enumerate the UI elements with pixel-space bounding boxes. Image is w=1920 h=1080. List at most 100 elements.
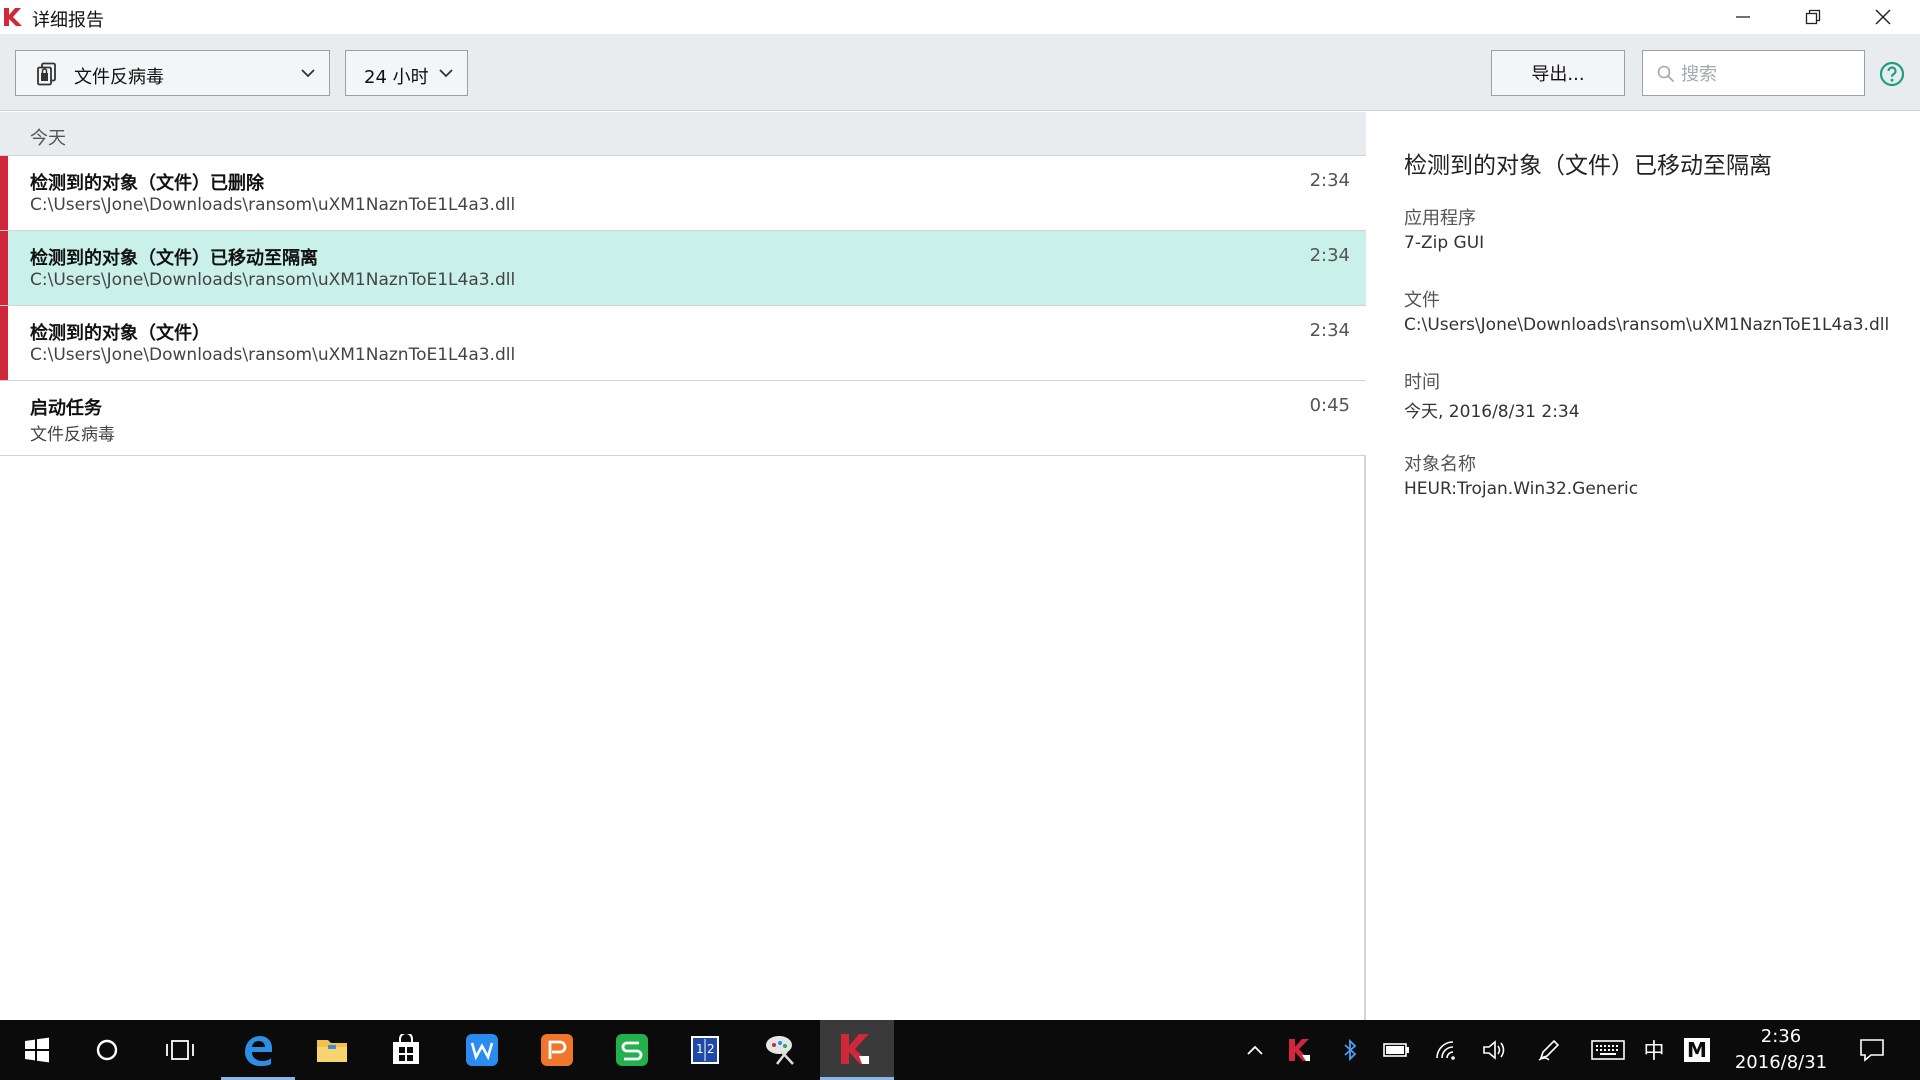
chevron-down-icon [439, 69, 453, 78]
component-dropdown[interactable]: 文件反病毒 [15, 50, 330, 96]
event-title: 检测到的对象（文件） [30, 323, 210, 344]
restore-button[interactable] [1778, 0, 1848, 34]
clock-time: 2:36 [1760, 1026, 1802, 1047]
severity-indicator [0, 306, 8, 380]
field-label-object-name: 对象名称 [1404, 454, 1476, 475]
search-box[interactable] [1642, 50, 1865, 96]
tray-volume[interactable] [1478, 1020, 1512, 1080]
calendar-grid-icon: 1 2 [691, 1036, 719, 1064]
windows-logo-icon [25, 1037, 49, 1063]
folder-icon [317, 1040, 347, 1062]
task-view-button[interactable] [143, 1020, 217, 1080]
file-antivirus-icon [37, 62, 56, 86]
group-header-label: 今天 [30, 128, 66, 149]
close-button[interactable] [1848, 0, 1918, 34]
chevron-up-icon [1247, 1045, 1263, 1055]
close-icon [1875, 9, 1891, 25]
tray-bluetooth[interactable] [1336, 1020, 1364, 1080]
taskbar-wps-spreadsheet[interactable] [595, 1020, 669, 1080]
tray-battery[interactable] [1380, 1020, 1414, 1080]
ime-mode-label: M [1684, 1038, 1710, 1062]
minimize-button[interactable] [1708, 0, 1778, 34]
taskbar-wps-writer[interactable] [445, 1020, 519, 1080]
taskbar-file-explorer[interactable] [295, 1020, 369, 1080]
minimize-icon [1736, 16, 1750, 18]
event-time: 0:45 [1309, 395, 1350, 416]
tray-touch-keyboard[interactable] [1588, 1020, 1628, 1080]
event-path: C:\Users\Jone\Downloads\ransom\uXM1NaznT… [30, 270, 516, 290]
action-center-button[interactable] [1852, 1020, 1892, 1080]
event-row[interactable]: 检测到的对象（文件）已删除 C:\Users\Jone\Downloads\ra… [0, 156, 1366, 231]
tray-ime-language[interactable]: 中 [1640, 1020, 1668, 1080]
taskbar-snipping-tool[interactable] [744, 1020, 818, 1080]
tray-wifi[interactable] [1430, 1020, 1464, 1080]
event-title: 检测到的对象（文件）已删除 [30, 173, 264, 194]
event-component: 文件反病毒 [30, 425, 115, 445]
taskbar-store[interactable] [369, 1020, 443, 1080]
keyboard-icon [1591, 1040, 1625, 1060]
cortana-button[interactable] [70, 1020, 144, 1080]
event-row[interactable]: 启动任务 文件反病毒 0:45 [0, 381, 1366, 456]
kaspersky-icon [841, 1033, 870, 1064]
restore-icon [1805, 9, 1821, 25]
window-title: 详细报告 [32, 10, 104, 31]
detail-title: 检测到的对象（文件）已移动至隔离 [1404, 153, 1772, 179]
event-list: 今天 检测到的对象（文件）已删除 C:\Users\Jone\Downloads… [0, 112, 1366, 1020]
field-label-file: 文件 [1404, 290, 1440, 311]
svg-text:2: 2 [707, 1042, 715, 1056]
taskbar: 1 2 中 M 2:36 2016/8/31 [0, 1020, 1920, 1080]
field-value-time: 今天, 2016/8/31 2:34 [1404, 402, 1580, 422]
tray-pen-workspace[interactable] [1532, 1020, 1566, 1080]
wps-spreadsheet-icon [616, 1034, 648, 1066]
taskbar-clock[interactable]: 2:36 2016/8/31 [1726, 1024, 1836, 1078]
taskbar-calculator-app[interactable]: 1 2 [668, 1020, 742, 1080]
svg-text:1: 1 [696, 1042, 704, 1056]
task-view-icon [166, 1040, 194, 1060]
event-row[interactable]: 检测到的对象（文件） C:\Users\Jone\Downloads\ranso… [0, 306, 1366, 381]
store-icon [393, 1034, 419, 1064]
event-path: C:\Users\Jone\Downloads\ransom\uXM1NaznT… [30, 345, 516, 365]
period-dropdown-value: 24 小时 [364, 67, 429, 88]
search-icon [1657, 65, 1675, 83]
start-button[interactable] [0, 1020, 74, 1080]
chevron-down-icon [301, 69, 315, 78]
field-value-application: 7-Zip GUI [1404, 233, 1485, 253]
kaspersky-tray-icon [1289, 1039, 1310, 1061]
wifi-icon [1436, 1041, 1455, 1060]
field-label-time: 时间 [1404, 372, 1440, 393]
export-button[interactable]: 导出... [1491, 50, 1625, 96]
severity-indicator [0, 231, 8, 305]
ime-language-label: 中 [1643, 1039, 1665, 1063]
title-bar: 详细报告 [0, 0, 1920, 34]
taskbar-wps-presentation[interactable] [520, 1020, 594, 1080]
event-row-selected[interactable]: 检测到的对象（文件）已移动至隔离 C:\Users\Jone\Downloads… [0, 231, 1366, 306]
group-header: 今天 [0, 112, 1366, 156]
event-time: 2:34 [1309, 170, 1350, 191]
help-icon[interactable] [1879, 61, 1905, 87]
edge-browser-icon [245, 1036, 272, 1066]
field-value-file: C:\Users\Jone\Downloads\ransom\uXM1NaznT… [1404, 315, 1890, 335]
bluetooth-icon [1344, 1039, 1357, 1061]
component-dropdown-value: 文件反病毒 [74, 67, 164, 88]
event-path: C:\Users\Jone\Downloads\ransom\uXM1NaznT… [30, 195, 516, 215]
toolbar: 文件反病毒 24 小时 导出... [0, 34, 1920, 111]
tray-ime-mode[interactable]: M [1682, 1020, 1712, 1080]
taskbar-kaspersky[interactable] [820, 1020, 894, 1080]
snipping-tool-icon [766, 1036, 794, 1065]
show-hidden-icons-button[interactable] [1240, 1020, 1270, 1080]
field-label-application: 应用程序 [1404, 208, 1476, 229]
kaspersky-logo-icon [4, 8, 22, 26]
cortana-circle-icon [96, 1039, 118, 1061]
taskbar-edge[interactable] [221, 1020, 295, 1080]
notification-icon [1860, 1039, 1884, 1062]
wps-writer-icon [466, 1034, 498, 1066]
event-title: 启动任务 [30, 398, 102, 419]
tray-kaspersky[interactable] [1286, 1020, 1316, 1080]
event-time: 2:34 [1309, 245, 1350, 266]
search-input[interactable] [1681, 61, 1856, 87]
detail-pane: 检测到的对象（文件）已移动至隔离 应用程序 7-Zip GUI 文件 C:\Us… [1368, 112, 1920, 1020]
field-value-object-name: HEUR:Trojan.Win32.Generic [1404, 479, 1639, 499]
event-time: 2:34 [1309, 320, 1350, 341]
period-dropdown[interactable]: 24 小时 [345, 50, 468, 96]
wps-presentation-icon [541, 1034, 573, 1066]
